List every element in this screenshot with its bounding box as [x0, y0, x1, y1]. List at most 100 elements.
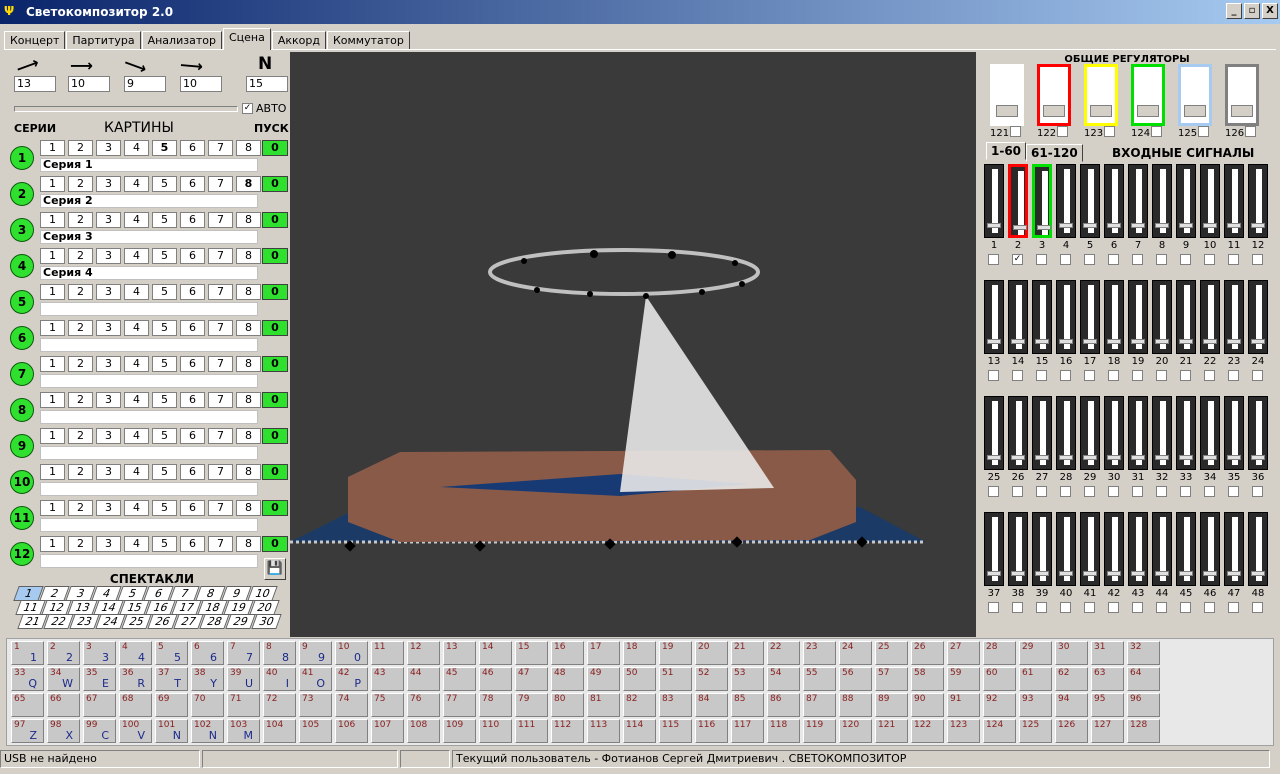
- input-checkbox[interactable]: [1156, 254, 1167, 265]
- input-fader[interactable]: [1176, 396, 1196, 470]
- picture-button[interactable]: 2: [68, 284, 93, 300]
- input-fader[interactable]: [1224, 280, 1244, 354]
- keypad-key[interactable]: 24: [839, 641, 872, 665]
- picture-button[interactable]: 1: [40, 536, 65, 552]
- series-name-field[interactable]: [40, 554, 258, 568]
- start-button[interactable]: 0: [262, 356, 288, 372]
- input-fader[interactable]: [1008, 512, 1028, 586]
- keypad-key[interactable]: 54: [767, 667, 800, 691]
- keypad-key[interactable]: 55: [803, 667, 836, 691]
- series-name-field[interactable]: Серия 3: [40, 230, 258, 244]
- keypad-key[interactable]: 55: [155, 641, 188, 665]
- keypad-key[interactable]: 36 R: [119, 667, 152, 691]
- picture-button[interactable]: 3: [96, 428, 121, 444]
- input-checkbox[interactable]: [1180, 602, 1191, 613]
- fader-knob[interactable]: [1013, 225, 1027, 230]
- keypad-key[interactable]: 77: [227, 641, 260, 665]
- fader-knob[interactable]: [1155, 455, 1169, 460]
- keypad-key[interactable]: 44: [119, 641, 152, 665]
- picture-button[interactable]: 3: [96, 392, 121, 408]
- series-name-field[interactable]: Серия 1: [40, 158, 258, 172]
- spectacle-button[interactable]: 10: [247, 586, 278, 601]
- fader-knob[interactable]: [1131, 455, 1145, 460]
- picture-button[interactable]: 5: [152, 464, 177, 480]
- keypad-key[interactable]: 17: [587, 641, 620, 665]
- series-number-button[interactable]: 6: [10, 326, 34, 350]
- fader-knob[interactable]: [1179, 223, 1193, 228]
- fader-knob[interactable]: [1035, 339, 1049, 344]
- keypad-key[interactable]: 50: [623, 667, 656, 691]
- picture-button[interactable]: 1: [40, 212, 65, 228]
- input-fader[interactable]: [984, 164, 1004, 238]
- input-checkbox[interactable]: [988, 486, 999, 497]
- input-checkbox[interactable]: [1060, 602, 1071, 613]
- picture-button[interactable]: 1: [40, 176, 65, 192]
- picture-button[interactable]: 6: [180, 320, 205, 336]
- keypad-key[interactable]: 124: [983, 719, 1016, 743]
- input-checkbox[interactable]: [1132, 370, 1143, 381]
- minimize-button[interactable]: _: [1226, 3, 1242, 19]
- keypad-key[interactable]: 91: [947, 693, 980, 717]
- picture-button[interactable]: 2: [68, 500, 93, 516]
- input-fader[interactable]: [1032, 280, 1052, 354]
- picture-button[interactable]: 1: [40, 392, 65, 408]
- keypad-key[interactable]: 33: [83, 641, 116, 665]
- picture-button[interactable]: 6: [180, 500, 205, 516]
- keypad-key[interactable]: 84: [695, 693, 728, 717]
- picture-button[interactable]: 8: [236, 284, 261, 300]
- keypad-key[interactable]: 114: [623, 719, 656, 743]
- input-fader[interactable]: [1200, 164, 1220, 238]
- keypad-key[interactable]: 85: [731, 693, 764, 717]
- keypad-key[interactable]: 71: [227, 693, 260, 717]
- keypad-key[interactable]: 76: [407, 693, 440, 717]
- keypad-key[interactable]: 57: [875, 667, 908, 691]
- fader-knob[interactable]: [1011, 571, 1025, 576]
- picture-button[interactable]: 6: [180, 212, 205, 228]
- input-fader[interactable]: [1128, 280, 1148, 354]
- picture-button[interactable]: 6: [180, 140, 205, 156]
- fader-knob[interactable]: [1179, 455, 1193, 460]
- keypad-key[interactable]: 25: [875, 641, 908, 665]
- keypad-key[interactable]: 79: [515, 693, 548, 717]
- input-checkbox[interactable]: [1012, 486, 1023, 497]
- input-checkbox[interactable]: [1108, 254, 1119, 265]
- keypad-key[interactable]: 13: [443, 641, 476, 665]
- tab-5[interactable]: Коммутатор: [326, 31, 410, 50]
- input-checkbox[interactable]: [1228, 370, 1239, 381]
- input-fader[interactable]: [984, 396, 1004, 470]
- picture-button[interactable]: 6: [180, 464, 205, 480]
- fader-knob[interactable]: [1011, 455, 1025, 460]
- picture-button[interactable]: 4: [124, 140, 149, 156]
- start-button[interactable]: 0: [262, 464, 288, 480]
- fader-knob[interactable]: [1251, 455, 1265, 460]
- keypad-key[interactable]: 100 V: [119, 719, 152, 743]
- series-name-field[interactable]: [40, 410, 258, 424]
- start-button[interactable]: 0: [262, 536, 288, 552]
- picture-button[interactable]: 5: [152, 140, 177, 156]
- series-number-button[interactable]: 9: [10, 434, 34, 458]
- picture-button[interactable]: 7: [208, 284, 233, 300]
- keypad-key[interactable]: 29: [1019, 641, 1052, 665]
- input-checkbox[interactable]: [1156, 370, 1167, 381]
- keypad-key[interactable]: 38 Y: [191, 667, 224, 691]
- picture-button[interactable]: 3: [96, 500, 121, 516]
- fader-knob[interactable]: [1155, 223, 1169, 228]
- keypad-key[interactable]: 126: [1055, 719, 1088, 743]
- keypad-key[interactable]: 64: [1127, 667, 1160, 691]
- keypad-key[interactable]: 73: [299, 693, 332, 717]
- input-checkbox[interactable]: [988, 602, 999, 613]
- picture-button[interactable]: 1: [40, 428, 65, 444]
- input-checkbox[interactable]: [1012, 370, 1023, 381]
- input-checkbox[interactable]: [988, 254, 999, 265]
- fader-knob[interactable]: [1083, 339, 1097, 344]
- keypad-key[interactable]: 31: [1091, 641, 1124, 665]
- keypad-key[interactable]: 119: [803, 719, 836, 743]
- keypad-key[interactable]: 111: [515, 719, 548, 743]
- picture-button[interactable]: 8: [236, 428, 261, 444]
- picture-button[interactable]: 3: [96, 536, 121, 552]
- input-checkbox[interactable]: [1108, 486, 1119, 497]
- keypad-key[interactable]: 37 T: [155, 667, 188, 691]
- picture-button[interactable]: 8: [236, 140, 261, 156]
- fader-knob[interactable]: [1251, 223, 1265, 228]
- keypad-key[interactable]: 44: [407, 667, 440, 691]
